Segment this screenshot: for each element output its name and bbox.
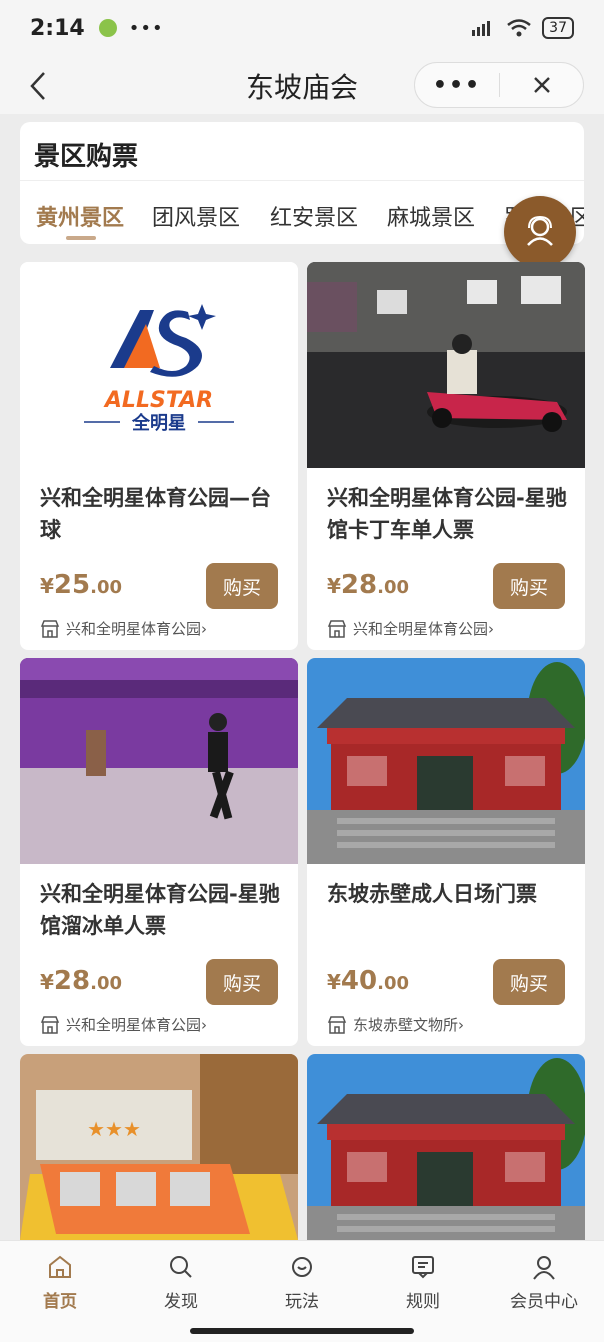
nav-discover[interactable]: 发现 xyxy=(131,1253,231,1312)
shop-link[interactable]: 兴和全明星体育公园 › xyxy=(40,618,207,639)
product-image xyxy=(307,262,585,468)
tab-tuanfeng[interactable]: 团风景区 xyxy=(152,200,240,232)
status-time: 2:14 xyxy=(30,15,85,41)
chevron-right-icon: › xyxy=(458,1015,465,1034)
customer-service-icon xyxy=(527,215,553,246)
svg-text:ALLSTAR: ALLSTAR xyxy=(103,388,213,413)
svg-text:★★★: ★★★ xyxy=(87,1117,141,1141)
wifi-icon xyxy=(507,19,531,37)
wechat-icon xyxy=(98,19,117,37)
shop-link[interactable]: 兴和全明星体育公园 › xyxy=(40,1014,207,1035)
skating-photo xyxy=(20,658,298,864)
product-title: 兴和全明星体育公园-星驰馆溜冰单人票 xyxy=(40,882,280,938)
region-tabs: 黄州景区 团风景区 红安景区 麻城景区 罗田景区 xyxy=(20,196,584,240)
product-card[interactable]: 兴和全明星体育公园-星驰馆卡丁车单人票 ¥28.00 购买 兴和全明星体育公园 … xyxy=(307,262,585,650)
nav-label: 规则 xyxy=(406,1292,440,1312)
shop-icon xyxy=(327,1015,347,1034)
buy-button[interactable]: 购买 xyxy=(493,563,565,609)
nav-label: 首页 xyxy=(43,1292,77,1312)
close-icon xyxy=(533,77,550,93)
product-card[interactable]: ALLSTAR 全明星 兴和全明星体育公园—台球 ¥25.00 购买 兴和全明星… xyxy=(20,262,298,650)
active-tab-indicator xyxy=(66,236,96,240)
product-image: ALLSTAR 全明星 xyxy=(20,262,298,468)
product-title: 东坡赤壁成人日场门票 xyxy=(327,882,537,906)
search-icon xyxy=(170,1256,192,1278)
battery-indicator: 37 xyxy=(542,17,574,39)
home-indicator xyxy=(190,1328,414,1334)
mini-program-capsule: ••• xyxy=(414,62,584,108)
chat-icon xyxy=(292,1257,312,1277)
status-bar: 2:14 ••• 37 xyxy=(0,0,604,56)
chevron-right-icon: › xyxy=(201,619,208,638)
trampoline-photo: ★★★ xyxy=(20,1054,298,1240)
nav-label: 玩法 xyxy=(285,1292,319,1312)
buy-button[interactable]: 购买 xyxy=(206,563,278,609)
nav-member-center[interactable]: 会员中心 xyxy=(494,1253,594,1312)
nav-home[interactable]: 首页 xyxy=(10,1253,110,1312)
shop-name: 东坡赤壁文物所 xyxy=(353,1016,459,1034)
product-title: 兴和全明星体育公园—台球 xyxy=(40,486,271,542)
shop-name: 兴和全明星体育公园 xyxy=(66,1016,202,1034)
temple-photo xyxy=(307,658,585,864)
product-image xyxy=(307,658,585,864)
product-card[interactable]: 兴和全明星体育公园-星驰馆溜冰单人票 ¥28.00 购买 兴和全明星体育公园 › xyxy=(20,658,298,1046)
nav-play[interactable]: 玩法 xyxy=(252,1253,352,1312)
bottom-navigation: 首页 发现 玩法 规则 会员中心 xyxy=(0,1240,604,1342)
product-image xyxy=(20,658,298,864)
product-title: 兴和全明星体育公园-星驰馆卡丁车单人票 xyxy=(327,486,567,542)
product-card[interactable]: 东坡赤壁成人日场门票 ¥40.00 购买 东坡赤壁文物所 › xyxy=(307,658,585,1046)
product-price: ¥40.00 xyxy=(327,966,409,996)
tab-macheng[interactable]: 麻城景区 xyxy=(387,200,475,232)
product-price: ¥28.00 xyxy=(327,570,409,600)
section-divider xyxy=(20,180,584,181)
shop-name: 兴和全明星体育公园 xyxy=(353,620,489,638)
product-card[interactable] xyxy=(307,1054,585,1240)
status-right: 37 xyxy=(470,17,574,39)
product-image xyxy=(307,1054,585,1240)
navigation-bar: 东坡庙会 ••• xyxy=(0,56,604,114)
svg-text:全明星: 全明星 xyxy=(131,412,186,434)
tab-hongan[interactable]: 红安景区 xyxy=(270,200,358,232)
customer-service-button[interactable] xyxy=(504,196,576,268)
nav-label: 会员中心 xyxy=(510,1292,578,1312)
shop-icon xyxy=(40,619,60,638)
nav-rules[interactable]: 规则 xyxy=(373,1253,473,1312)
product-card[interactable]: ★★★ xyxy=(20,1054,298,1240)
rules-icon xyxy=(412,1256,434,1279)
home-icon xyxy=(49,1255,71,1278)
buy-button[interactable]: 购买 xyxy=(493,959,565,1005)
shop-link[interactable]: 兴和全明星体育公园 › xyxy=(327,618,494,639)
temple-photo xyxy=(307,1054,585,1240)
close-button[interactable] xyxy=(500,63,583,107)
user-icon xyxy=(533,1256,555,1280)
product-price: ¥28.00 xyxy=(40,966,122,996)
product-price: ¥25.00 xyxy=(40,570,122,600)
allstar-logo: ALLSTAR 全明星 xyxy=(84,304,234,434)
status-dots: ••• xyxy=(128,17,164,39)
more-button[interactable]: ••• xyxy=(415,63,499,107)
tab-huangzhou[interactable]: 黄州景区 xyxy=(36,200,124,232)
ticket-section: 景区购票 黄州景区 团风景区 红安景区 麻城景区 罗田景区 xyxy=(20,122,584,244)
shop-icon xyxy=(327,619,347,638)
chevron-right-icon: › xyxy=(201,1015,208,1034)
buy-button[interactable]: 购买 xyxy=(206,959,278,1005)
signal-icon xyxy=(472,21,491,36)
chevron-right-icon: › xyxy=(488,619,495,638)
nav-label: 发现 xyxy=(164,1292,198,1312)
product-image: ★★★ xyxy=(20,1054,298,1240)
section-title: 景区购票 xyxy=(34,142,139,172)
go-kart-photo xyxy=(307,262,585,468)
shop-link[interactable]: 东坡赤壁文物所 › xyxy=(327,1014,464,1035)
shop-name: 兴和全明星体育公园 xyxy=(66,620,202,638)
shop-icon xyxy=(40,1015,60,1034)
